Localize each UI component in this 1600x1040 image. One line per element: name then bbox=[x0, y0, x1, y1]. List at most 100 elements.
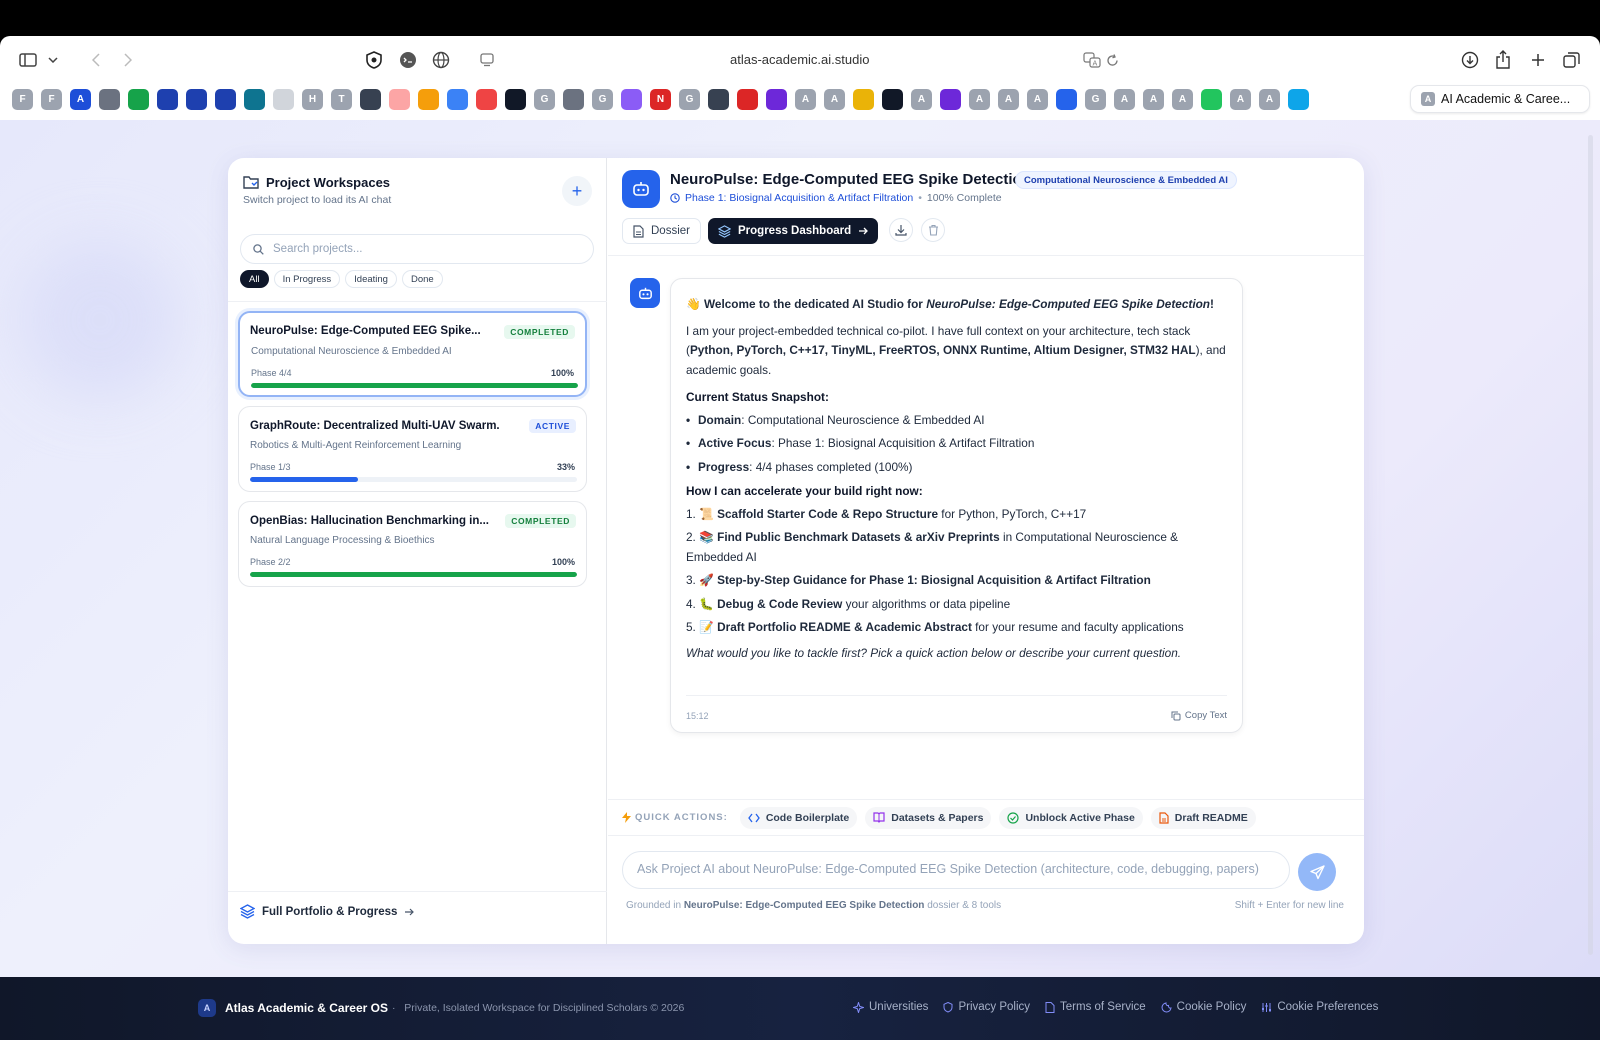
status-value: : 4/4 phases completed (100%) bbox=[749, 459, 913, 474]
progress-dashboard-button[interactable]: Progress Dashboard bbox=[708, 218, 879, 244]
favorite-36-icon[interactable]: A bbox=[1027, 88, 1048, 110]
chat-input[interactable]: Ask Project AI about NeuroPulse: Edge-Co… bbox=[622, 851, 1290, 889]
favorite-38-icon[interactable]: G bbox=[1085, 88, 1106, 110]
favorite-16-icon[interactable] bbox=[447, 88, 468, 110]
footer-link-label: Universities bbox=[869, 1001, 929, 1013]
favorite-19-icon[interactable]: G bbox=[534, 88, 555, 110]
quick-action-code-boilerplate[interactable]: Code Boilerplate bbox=[739, 806, 858, 829]
project-domain: Natural Language Processing & Bioethics bbox=[250, 535, 435, 546]
footer-link-privacy-policy[interactable]: Privacy Policy bbox=[943, 1001, 1030, 1013]
favorite-11-icon[interactable]: H bbox=[302, 88, 323, 110]
favorite-1-icon[interactable]: F bbox=[12, 88, 33, 110]
favorite-13-icon[interactable] bbox=[360, 88, 381, 110]
favorite-34-icon[interactable]: A bbox=[969, 88, 990, 110]
footer-link-universities[interactable]: Universities bbox=[853, 1001, 928, 1013]
tab-overview-icon[interactable] bbox=[1561, 50, 1581, 70]
favorite-4-icon[interactable] bbox=[99, 88, 120, 110]
dossier-label: Dossier bbox=[651, 225, 690, 237]
active-browser-tab[interactable]: A AI Academic & Caree... bbox=[1410, 85, 1590, 113]
add-project-button[interactable]: + bbox=[562, 176, 592, 206]
favorite-10-icon[interactable] bbox=[273, 88, 294, 110]
page-scrollbar[interactable] bbox=[1588, 135, 1593, 955]
favorite-28-icon[interactable]: A bbox=[795, 88, 816, 110]
favorite-6-icon[interactable] bbox=[157, 88, 178, 110]
favorite-25-icon[interactable] bbox=[708, 88, 729, 110]
full-portfolio-link[interactable]: Full Portfolio & Progress bbox=[240, 904, 415, 919]
quick-action-datasets-papers[interactable]: Datasets & Papers bbox=[865, 806, 992, 829]
quick-action-unblock-active-phase[interactable]: Unblock Active Phase bbox=[999, 806, 1143, 829]
favorite-35-icon[interactable]: A bbox=[998, 88, 1019, 110]
footer-link-terms-of-service[interactable]: Terms of Service bbox=[1045, 1001, 1146, 1013]
back-icon[interactable] bbox=[88, 51, 104, 69]
status-heading: Current Status Snapshot: bbox=[686, 390, 829, 404]
send-button[interactable] bbox=[1298, 853, 1336, 891]
project-card[interactable]: OpenBias: Hallucination Benchmarking in.… bbox=[238, 501, 587, 587]
footer-link-cookie-policy[interactable]: Cookie Policy bbox=[1161, 1001, 1246, 1013]
shield-icon[interactable] bbox=[364, 50, 384, 70]
forward-icon[interactable] bbox=[120, 51, 136, 69]
footer-brand[interactable]: A Atlas Academic & Career OS bbox=[198, 999, 388, 1017]
translate-icon[interactable]: A bbox=[1082, 50, 1102, 70]
favorite-27-icon[interactable] bbox=[766, 88, 787, 110]
favorite-2-icon[interactable]: F bbox=[41, 88, 62, 110]
filter-all[interactable]: All bbox=[240, 270, 269, 288]
filter-done[interactable]: Done bbox=[401, 270, 443, 288]
delete-chat-button[interactable] bbox=[921, 218, 945, 242]
terminal-extension-icon[interactable] bbox=[398, 50, 418, 70]
project-title: NeuroPulse: Edge-Computed EEG Spike Dete… bbox=[670, 171, 1031, 188]
chevron-down-icon[interactable] bbox=[46, 51, 60, 69]
favorite-29-icon[interactable]: A bbox=[824, 88, 845, 110]
quick-action-draft-readme[interactable]: Draft README bbox=[1150, 806, 1256, 829]
favorite-24-icon[interactable]: G bbox=[679, 88, 700, 110]
favorite-31-icon[interactable] bbox=[882, 88, 903, 110]
favorite-15-icon[interactable] bbox=[418, 88, 439, 110]
favorite-17-icon[interactable] bbox=[476, 88, 497, 110]
favorite-22-icon[interactable] bbox=[621, 88, 642, 110]
favorite-3-icon[interactable]: A bbox=[70, 88, 91, 110]
favorite-33-icon[interactable] bbox=[940, 88, 961, 110]
favorite-45-icon[interactable] bbox=[1288, 88, 1309, 110]
favorite-5-icon[interactable] bbox=[128, 88, 149, 110]
favorite-9-icon[interactable] bbox=[244, 88, 265, 110]
favorite-40-icon[interactable]: A bbox=[1143, 88, 1164, 110]
globe-icon[interactable] bbox=[431, 50, 451, 70]
new-tab-icon[interactable] bbox=[1528, 50, 1548, 70]
footer-link-cookie-preferences[interactable]: Cookie Preferences bbox=[1261, 1001, 1378, 1013]
favorite-37-icon[interactable] bbox=[1056, 88, 1077, 110]
address-bar[interactable]: atlas-academic.ai.studio bbox=[730, 52, 869, 67]
filter-in-progress[interactable]: In Progress bbox=[273, 270, 341, 288]
reload-icon[interactable] bbox=[1104, 50, 1120, 70]
project-card[interactable]: GraphRoute: Decentralized Multi-UAV Swar… bbox=[238, 406, 587, 492]
footer-brand-name: Atlas Academic & Career OS bbox=[225, 1001, 388, 1015]
favorite-8-icon[interactable] bbox=[215, 88, 236, 110]
project-card[interactable]: NeuroPulse: Edge-Computed EEG Spike... CO… bbox=[238, 311, 587, 397]
favorite-23-icon[interactable]: N bbox=[650, 88, 671, 110]
assistant-message: 👋 Welcome to the dedicated AI Studio for… bbox=[670, 278, 1243, 733]
download-chat-button[interactable] bbox=[889, 218, 913, 242]
sidebar-toggle-icon[interactable] bbox=[18, 51, 38, 69]
favorite-30-icon[interactable] bbox=[853, 88, 874, 110]
quick-action-label: Unblock Active Phase bbox=[1025, 811, 1135, 824]
favorite-7-icon[interactable] bbox=[186, 88, 207, 110]
favorite-26-icon[interactable] bbox=[737, 88, 758, 110]
favorite-32-icon[interactable]: A bbox=[911, 88, 932, 110]
favorite-20-icon[interactable] bbox=[563, 88, 584, 110]
search-projects-input[interactable]: Search projects... bbox=[240, 234, 594, 264]
filter-ideating[interactable]: Ideating bbox=[345, 270, 397, 288]
favorite-43-icon[interactable]: A bbox=[1230, 88, 1251, 110]
download-icon[interactable] bbox=[1460, 50, 1480, 70]
favorite-42-icon[interactable] bbox=[1201, 88, 1222, 110]
favorite-12-icon[interactable]: T bbox=[331, 88, 352, 110]
favorite-41-icon[interactable]: A bbox=[1172, 88, 1193, 110]
favorite-18-icon[interactable] bbox=[505, 88, 526, 110]
favorite-44-icon[interactable]: A bbox=[1259, 88, 1280, 110]
reader-icon[interactable] bbox=[477, 50, 497, 70]
copy-text-button[interactable]: Copy Text bbox=[1171, 706, 1227, 726]
site-footer: A Atlas Academic & Career OS · Private, … bbox=[0, 977, 1600, 1040]
favorite-39-icon[interactable]: A bbox=[1114, 88, 1135, 110]
favorite-14-icon[interactable] bbox=[389, 88, 410, 110]
dossier-button[interactable]: Dossier bbox=[622, 218, 701, 244]
status-list: Domain: Computational Neuroscience & Emb… bbox=[686, 411, 1227, 478]
favorite-21-icon[interactable]: G bbox=[592, 88, 613, 110]
share-icon[interactable] bbox=[1493, 49, 1513, 71]
